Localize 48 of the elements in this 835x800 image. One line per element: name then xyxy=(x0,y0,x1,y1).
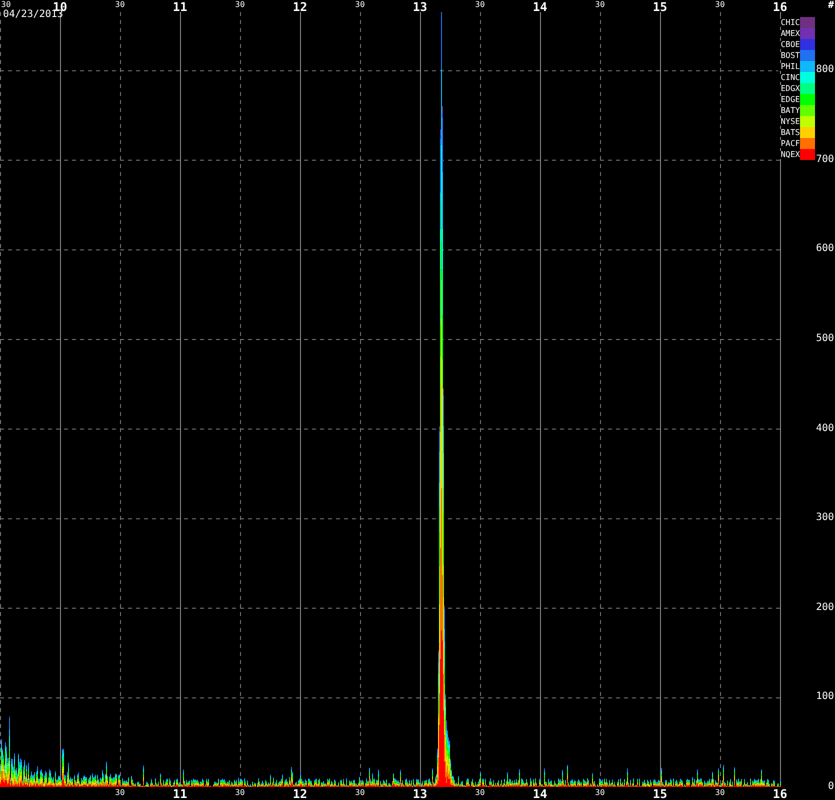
time-axis-label: 16 xyxy=(772,1,788,13)
time-axis-label: 11 xyxy=(172,1,188,13)
time-axis-label: 30 xyxy=(715,789,725,797)
time-axis-label: 30 xyxy=(475,1,485,9)
time-axis-label: 13 xyxy=(412,1,428,13)
time-axis-label: 12 xyxy=(292,1,308,13)
time-axis-label: 13 xyxy=(412,788,428,800)
value-axis-label: 0 xyxy=(828,782,834,792)
time-axis-label: 30 xyxy=(115,1,125,9)
legend-label: CINC xyxy=(778,74,800,82)
value-axis-label: 200 xyxy=(816,602,834,613)
legend-label: BOST xyxy=(778,52,800,60)
value-axis-label: 600 xyxy=(816,244,834,254)
time-axis-label: 12 xyxy=(292,788,308,800)
time-axis-label: 30 xyxy=(715,1,725,9)
legend-label: BATY xyxy=(778,106,800,114)
time-axis-label: 30 xyxy=(595,789,605,797)
value-axis-label: 100 xyxy=(816,692,834,702)
time-axis-label: 30 xyxy=(1,1,11,9)
unit-label: # xyxy=(828,1,834,11)
value-axis-label: 800 xyxy=(816,65,834,76)
time-axis-label: 11 xyxy=(172,788,188,800)
legend-label: BATS xyxy=(778,128,800,136)
legend-label: AMEX xyxy=(778,30,800,38)
time-axis-label: 30 xyxy=(355,1,365,9)
legend-label: NYSE xyxy=(778,118,800,126)
time-axis-label: 14 xyxy=(532,1,548,13)
legend-label: CBOE xyxy=(778,40,800,48)
value-axis-label: 300 xyxy=(816,513,834,524)
time-axis-label: 30 xyxy=(115,789,125,797)
legend-label: CHIC xyxy=(778,18,800,26)
legend-label: PHIL xyxy=(778,62,800,70)
legend-label: PACF xyxy=(778,140,800,148)
time-axis-label: 16 xyxy=(772,788,788,800)
time-axis-label: 30 xyxy=(235,789,245,797)
time-axis-label: 15 xyxy=(652,788,668,800)
time-axis-label: 14 xyxy=(532,788,548,800)
time-axis-label: 30 xyxy=(235,1,245,9)
value-axis-label: 400 xyxy=(816,424,834,434)
legend-label: EDGE xyxy=(778,96,800,104)
legend-label: EDGX xyxy=(778,84,800,92)
time-axis-label: 30 xyxy=(475,789,485,797)
legend-label: NQEX xyxy=(778,150,800,158)
time-axis-label: 30 xyxy=(355,789,365,797)
time-axis-label: 15 xyxy=(652,1,668,13)
value-axis-label: 700 xyxy=(816,154,834,165)
value-axis-label: 500 xyxy=(816,334,834,344)
time-axis-label: 30 xyxy=(595,1,605,9)
